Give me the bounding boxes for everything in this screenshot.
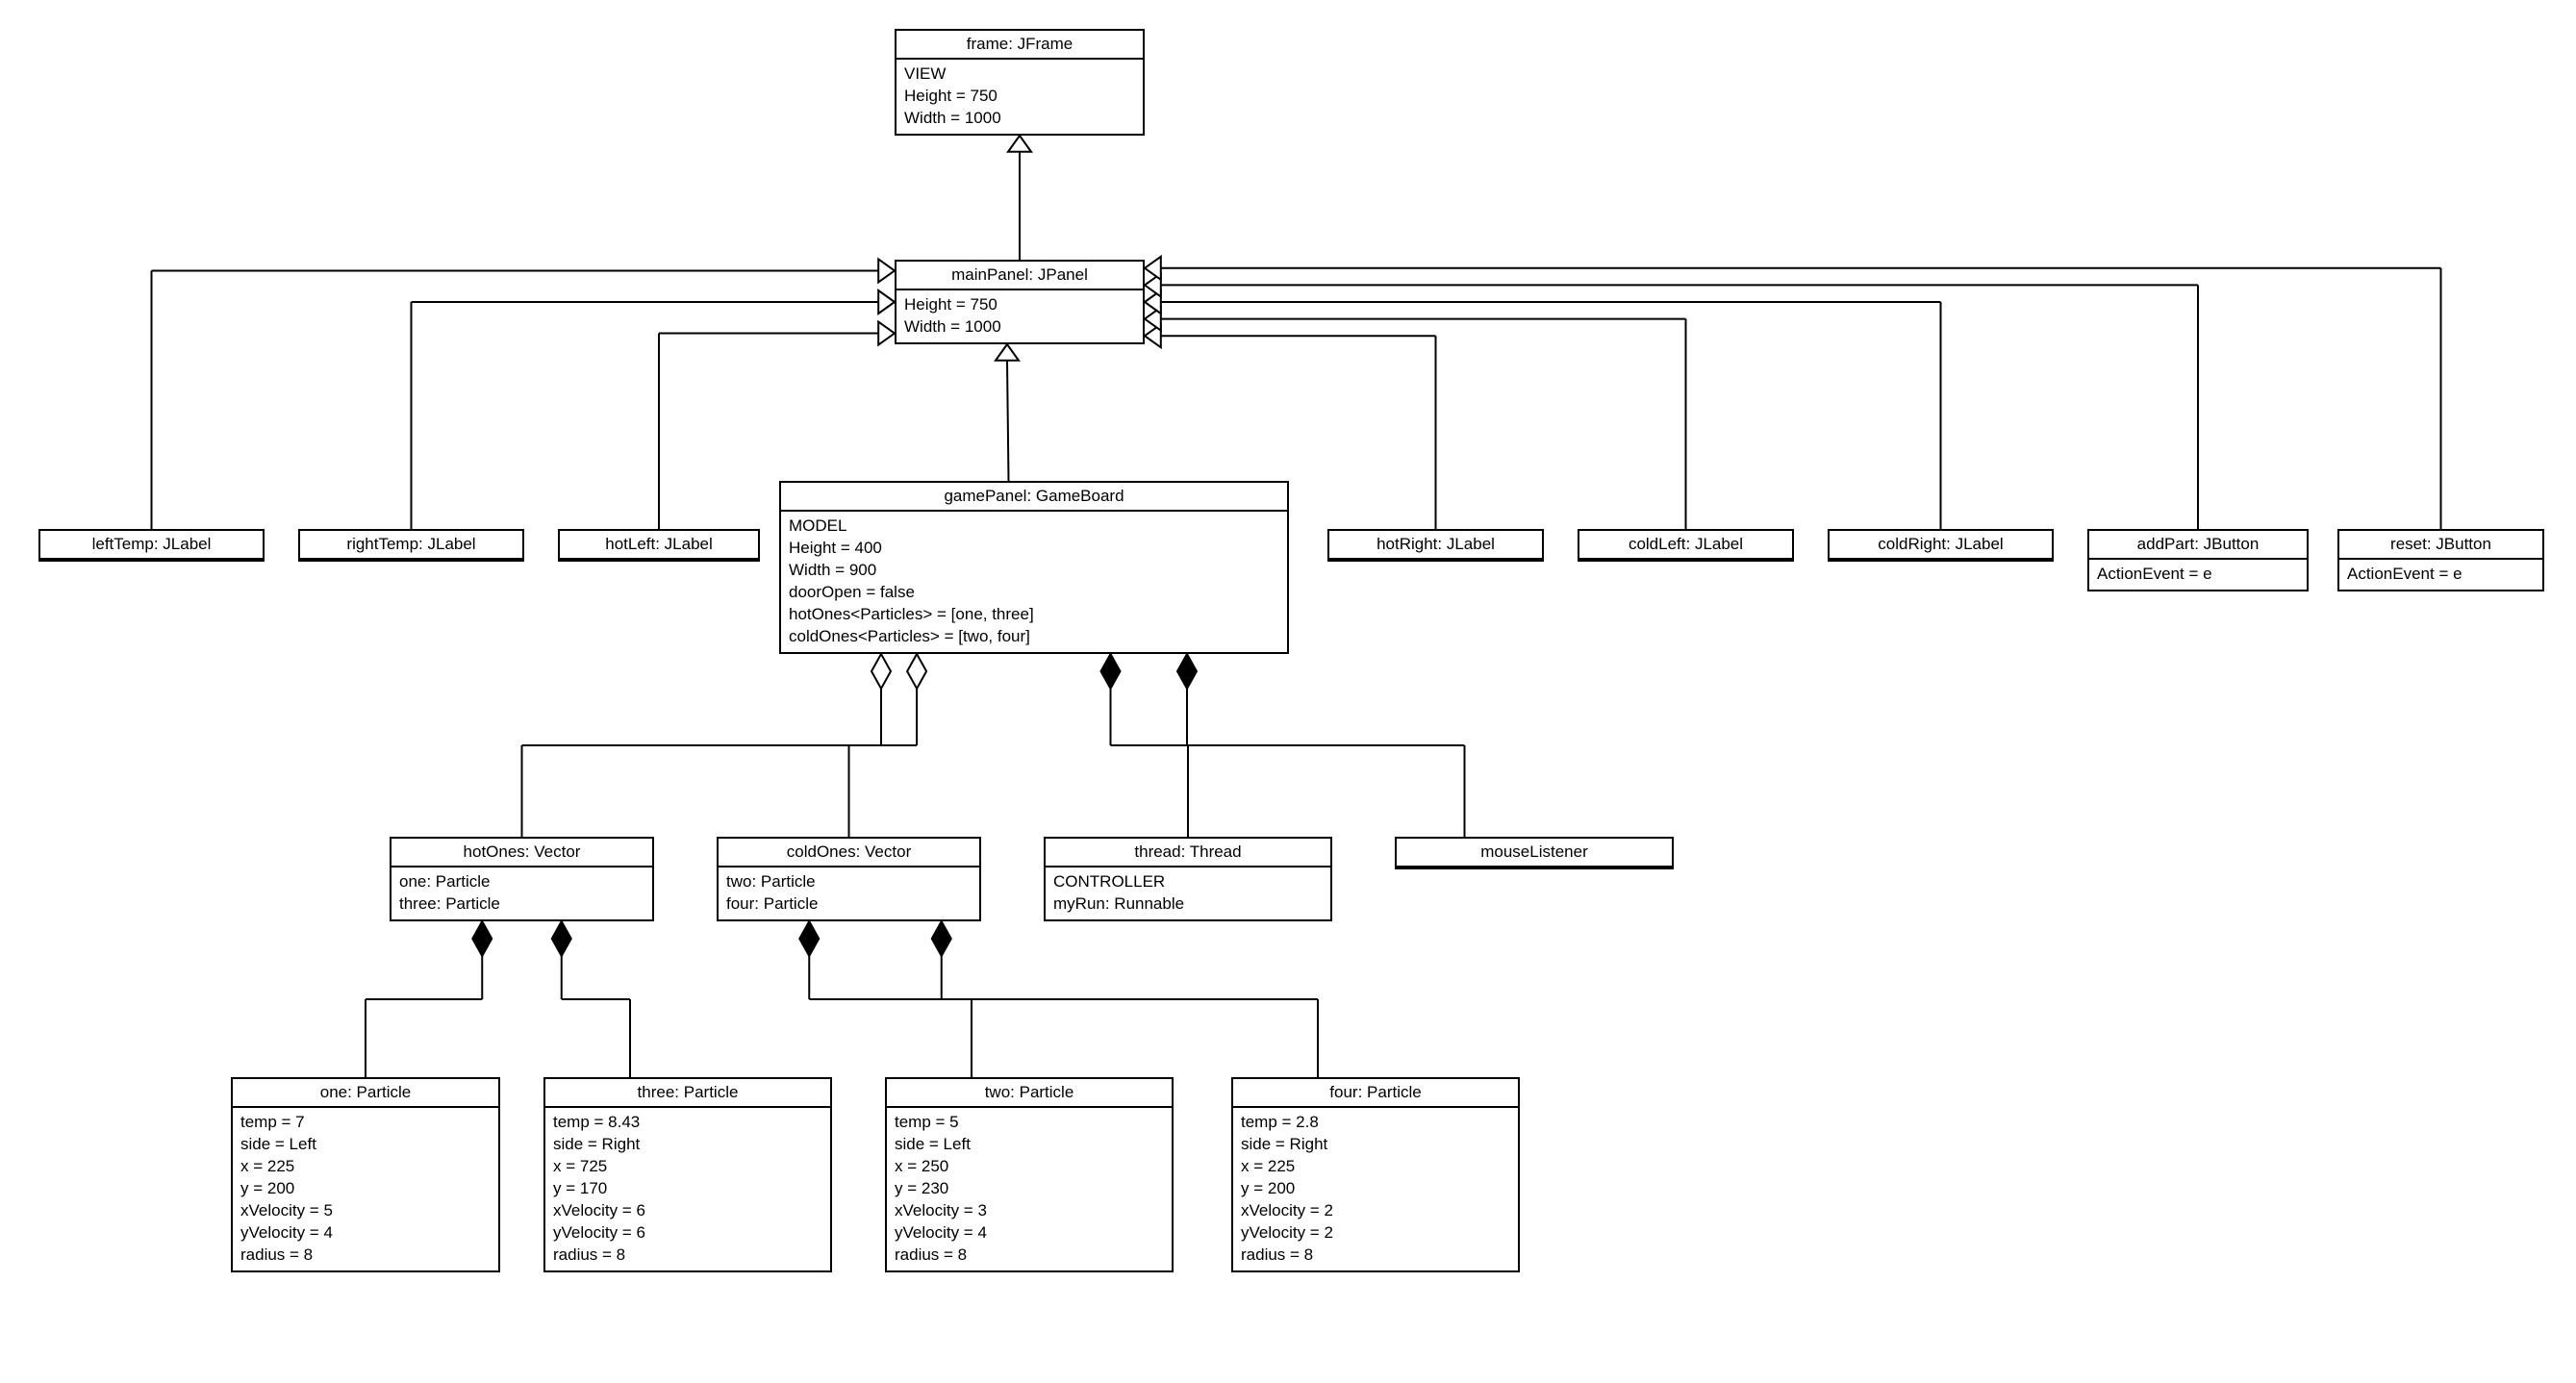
box-addPart: addPart: JButton ActionEvent = e xyxy=(2087,529,2309,591)
box-attr: xVelocity = 2 xyxy=(1241,1200,1510,1222)
box-attr: one: Particle xyxy=(399,871,644,893)
box-body: one: Particlethree: Particle xyxy=(391,868,652,919)
box-body: MODELHeight = 400Width = 900doorOpen = f… xyxy=(781,512,1287,652)
box-attr: Width = 1000 xyxy=(904,316,1135,339)
box-title: gamePanel: GameBoard xyxy=(781,483,1287,512)
box-attr: y = 200 xyxy=(1241,1178,1510,1200)
box-thread: thread: ThreadCONTROLLERmyRun: Runnable xyxy=(1044,837,1332,921)
box-attr: four: Particle xyxy=(726,893,972,916)
box-attr: y = 170 xyxy=(553,1178,822,1200)
box-attr: side = Right xyxy=(553,1134,822,1156)
box-title: one: Particle xyxy=(233,1079,498,1108)
box-attr: xVelocity = 3 xyxy=(895,1200,1164,1222)
box-attr: y = 200 xyxy=(240,1178,491,1200)
box-attr: xVelocity = 6 xyxy=(553,1200,822,1222)
box-body: VIEWHeight = 750Width = 1000 xyxy=(897,60,1143,134)
box-attr: Width = 900 xyxy=(789,560,1279,582)
box-attr: yVelocity = 4 xyxy=(895,1222,1164,1245)
box-body: temp = 2.8side = Rightx = 225y = 200xVel… xyxy=(1233,1108,1518,1270)
box-attr: radius = 8 xyxy=(553,1245,822,1267)
box-title: coldOnes: Vector xyxy=(719,839,979,868)
box-title: thread: Thread xyxy=(1046,839,1330,868)
box-body: temp = 5side = Leftx = 250y = 230xVeloci… xyxy=(887,1108,1172,1270)
box-body: Height = 750Width = 1000 xyxy=(897,290,1143,342)
box-attr: xVelocity = 5 xyxy=(240,1200,491,1222)
box-attr: yVelocity = 2 xyxy=(1241,1222,1510,1245)
box-title: hotRight: JLabel xyxy=(1329,531,1542,560)
box-reset: reset: JButton ActionEvent = e xyxy=(2337,529,2544,591)
box-title: three: Particle xyxy=(545,1079,830,1108)
box-attr: Height = 750 xyxy=(904,86,1135,108)
box-title: rightTemp: JLabel xyxy=(300,531,522,560)
box-title: mouseListener xyxy=(1397,839,1672,868)
box-attr: temp = 2.8 xyxy=(1241,1112,1510,1134)
box-attr: myRun: Runnable xyxy=(1053,893,1323,916)
box-attr: VIEW xyxy=(904,63,1135,86)
box-title: addPart: JButton xyxy=(2089,531,2307,560)
box-title: four: Particle xyxy=(1233,1079,1518,1108)
box-body: CONTROLLERmyRun: Runnable xyxy=(1046,868,1330,919)
box-three: three: Particletemp = 8.43side = Rightx … xyxy=(543,1077,832,1272)
box-mainPanel: mainPanel: JPanelHeight = 750Width = 100… xyxy=(895,260,1145,344)
box-title: hotLeft: JLabel xyxy=(560,531,758,560)
box-coldOnes: coldOnes: Vectortwo: Particlefour: Parti… xyxy=(717,837,981,921)
box-attr: Height = 400 xyxy=(789,538,1279,560)
box-attr: x = 225 xyxy=(240,1156,491,1178)
box-body: temp = 7side = Leftx = 225y = 200xVeloci… xyxy=(233,1108,498,1270)
box-attr: x = 225 xyxy=(1241,1156,1510,1178)
box-attr: two: Particle xyxy=(726,871,972,893)
box-attr: Height = 750 xyxy=(904,294,1135,316)
box-frame: frame: JFrameVIEWHeight = 750Width = 100… xyxy=(895,29,1145,136)
box-title: leftTemp: JLabel xyxy=(40,531,263,560)
box-coldLeft: coldLeft: JLabel xyxy=(1578,529,1794,562)
box-two: two: Particletemp = 5side = Leftx = 250y… xyxy=(885,1077,1174,1272)
box-rightTemp: rightTemp: JLabel xyxy=(298,529,524,562)
box-attr: side = Left xyxy=(240,1134,491,1156)
box-attr: Width = 1000 xyxy=(904,108,1135,130)
box-attr: x = 250 xyxy=(895,1156,1164,1178)
box-attr: y = 230 xyxy=(895,1178,1164,1200)
box-one: one: Particletemp = 7side = Leftx = 225y… xyxy=(231,1077,500,1272)
box-attr: three: Particle xyxy=(399,893,644,916)
box-body: two: Particlefour: Particle xyxy=(719,868,979,919)
box-attr: temp = 5 xyxy=(895,1112,1164,1134)
box-leftTemp: leftTemp: JLabel xyxy=(38,529,265,562)
box-title: mainPanel: JPanel xyxy=(897,262,1143,290)
box-hotLeft: hotLeft: JLabel xyxy=(558,529,760,562)
box-title: hotOnes: Vector xyxy=(391,839,652,868)
box-attr: coldOnes<Particles> = [two, four] xyxy=(789,626,1279,648)
box-title: reset: JButton xyxy=(2339,531,2542,560)
box-title: two: Particle xyxy=(887,1079,1172,1108)
box-body: ActionEvent = e xyxy=(2089,560,2307,590)
box-attr: CONTROLLER xyxy=(1053,871,1323,893)
box-attr: ActionEvent = e xyxy=(2097,564,2299,586)
box-attr: side = Right xyxy=(1241,1134,1510,1156)
box-mouseListener: mouseListener xyxy=(1395,837,1674,869)
box-gamePanel: gamePanel: GameBoardMODELHeight = 400Wid… xyxy=(779,481,1289,654)
box-body: ActionEvent = e xyxy=(2339,560,2542,590)
box-hotOnes: hotOnes: Vectorone: Particlethree: Parti… xyxy=(390,837,654,921)
box-body: temp = 8.43side = Rightx = 725y = 170xVe… xyxy=(545,1108,830,1270)
box-attr: radius = 8 xyxy=(1241,1245,1510,1267)
box-attr: x = 725 xyxy=(553,1156,822,1178)
box-attr: temp = 8.43 xyxy=(553,1112,822,1134)
box-attr: MODEL xyxy=(789,515,1279,538)
box-attr: yVelocity = 4 xyxy=(240,1222,491,1245)
box-attr: doorOpen = false xyxy=(789,582,1279,604)
box-attr: radius = 8 xyxy=(895,1245,1164,1267)
box-attr: radius = 8 xyxy=(240,1245,491,1267)
box-attr: temp = 7 xyxy=(240,1112,491,1134)
box-four: four: Particletemp = 2.8side = Rightx = … xyxy=(1231,1077,1520,1272)
box-hotRight: hotRight: JLabel xyxy=(1327,529,1544,562)
box-title: coldLeft: JLabel xyxy=(1579,531,1792,560)
box-attr: hotOnes<Particles> = [one, three] xyxy=(789,604,1279,626)
box-coldRight: coldRight: JLabel xyxy=(1828,529,2054,562)
box-attr: yVelocity = 6 xyxy=(553,1222,822,1245)
box-attr: side = Left xyxy=(895,1134,1164,1156)
box-title: coldRight: JLabel xyxy=(1830,531,2052,560)
box-attr: ActionEvent = e xyxy=(2347,564,2535,586)
uml-object-diagram: frame: JFrameVIEWHeight = 750Width = 100… xyxy=(0,0,2576,1383)
box-title: frame: JFrame xyxy=(897,31,1143,60)
